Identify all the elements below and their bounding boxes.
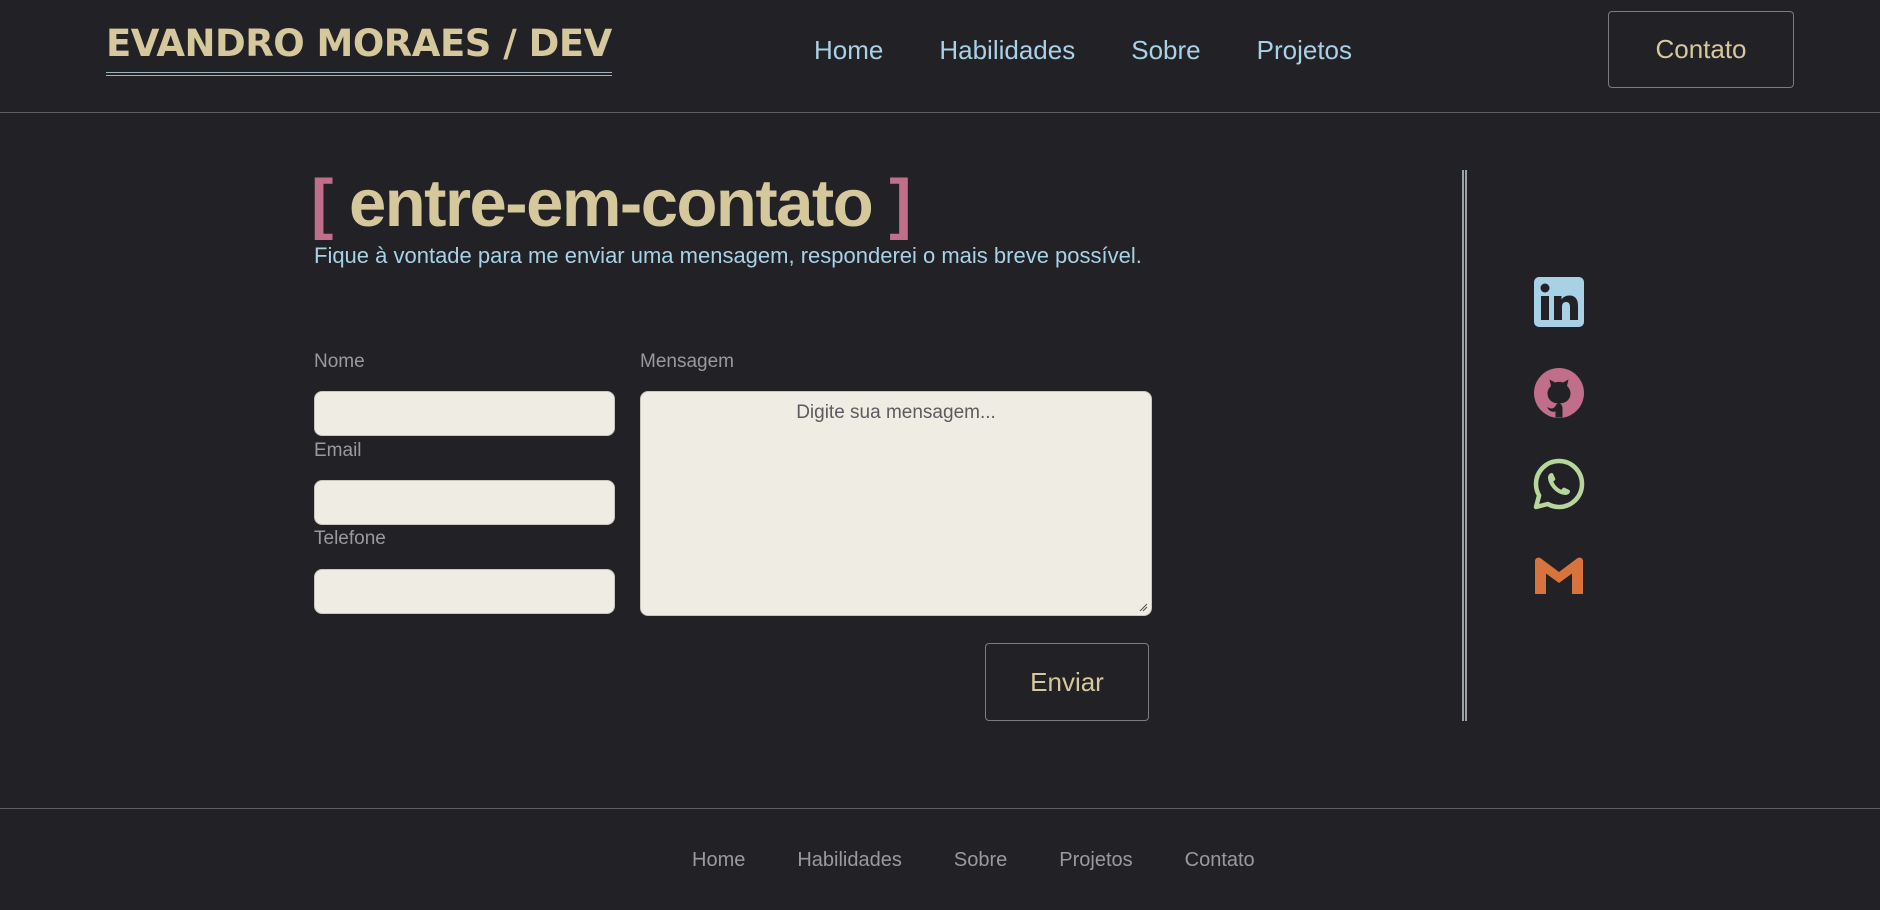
nav-link-home[interactable]: Home	[814, 32, 883, 68]
whatsapp-link[interactable]	[1533, 458, 1585, 510]
message-placeholder: Digite sua mensagem...	[796, 402, 996, 423]
title-close-bracket: ]	[889, 166, 911, 241]
github-icon	[1534, 368, 1584, 418]
email-field[interactable]	[314, 480, 615, 525]
footer-link-projetos[interactable]: Projetos	[1059, 847, 1132, 873]
message-label: Mensagem	[640, 351, 734, 372]
title-open-bracket: [	[311, 166, 333, 241]
nav-link-habilidades[interactable]: Habilidades	[939, 32, 1075, 68]
footer-link-sobre[interactable]: Sobre	[954, 847, 1007, 873]
nav-link-projetos[interactable]: Projetos	[1257, 32, 1352, 68]
send-button[interactable]: Enviar	[985, 643, 1149, 721]
gmail-link[interactable]	[1533, 549, 1585, 601]
page-subtitle: Fique à vontade para me enviar uma mensa…	[314, 243, 1142, 268]
site-header: EVANDRO MORAES / DEV Home Habilidades So…	[0, 0, 1880, 113]
phone-label: Telefone	[314, 528, 386, 549]
footer-nav: Home Habilidades Sobre Projetos Contato	[692, 847, 1307, 873]
gmail-icon	[1535, 557, 1583, 594]
footer-link-habilidades[interactable]: Habilidades	[797, 847, 902, 873]
footer-link-contato[interactable]: Contato	[1185, 847, 1255, 873]
page-title: [ entre-em-contato ]	[311, 164, 912, 244]
site-footer: Home Habilidades Sobre Projetos Contato	[0, 808, 1880, 910]
vertical-divider	[1462, 170, 1467, 721]
footer-link-home[interactable]: Home	[692, 847, 745, 873]
title-text: entre-em-contato	[348, 166, 874, 241]
name-label: Nome	[314, 351, 365, 372]
phone-field[interactable]	[314, 569, 615, 614]
linkedin-link[interactable]	[1533, 276, 1585, 328]
main-nav: Home Habilidades Sobre Projetos	[814, 32, 1408, 68]
linkedin-icon	[1534, 277, 1584, 327]
site-logo[interactable]: EVANDRO MORAES / DEV	[106, 22, 612, 76]
github-link[interactable]	[1533, 367, 1585, 419]
contact-button[interactable]: Contato	[1608, 11, 1794, 88]
message-textarea[interactable]: Digite sua mensagem...	[640, 391, 1152, 616]
email-label: Email	[314, 440, 362, 461]
nav-link-sobre[interactable]: Sobre	[1131, 32, 1200, 68]
name-field[interactable]	[314, 391, 615, 436]
resize-grip-icon[interactable]	[1138, 602, 1148, 612]
whatsapp-icon	[1533, 458, 1585, 510]
